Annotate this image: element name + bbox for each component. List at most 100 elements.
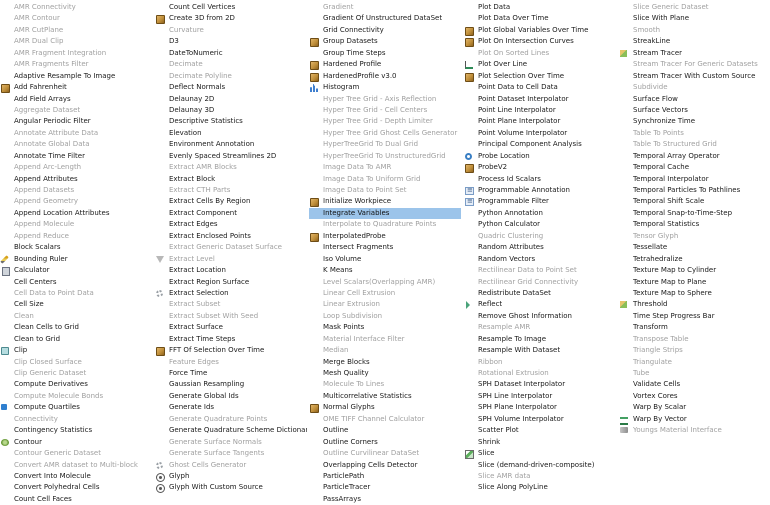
menu-item-probev2[interactable]: ProbeV2 [464, 162, 616, 174]
menu-item-warp-by-vector[interactable]: Warp By Vector [619, 414, 770, 425]
menu-item-synchronize-time[interactable]: Synchronize Time [619, 116, 770, 127]
menu-item-initialize-workpiece[interactable]: Initialize Workpiece [309, 196, 461, 208]
menu-item-append-molecule[interactable]: Append Molecule [0, 219, 152, 230]
menu-item-integrate-variables[interactable]: Integrate Variables [309, 207, 461, 220]
menu-item-generate-ids[interactable]: Generate Ids [155, 402, 307, 413]
menu-item-remove-ghost-information[interactable]: Remove Ghost Information [464, 311, 616, 322]
menu-item-merge-blocks[interactable]: Merge Blocks [309, 357, 461, 368]
menu-item-ghost-cells-generator[interactable]: Ghost Cells Generator [155, 460, 307, 471]
menu-item-linear-extrusion[interactable]: Linear Extrusion [309, 299, 461, 310]
menu-item-extract-region-surface[interactable]: Extract Region Surface [155, 277, 307, 288]
menu-item-image-data-to-amr[interactable]: Image Data To AMR [309, 162, 461, 173]
menu-item-clip-closed-surface[interactable]: Clip Closed Surface [0, 357, 152, 368]
menu-item-plot-global-variables-over-time[interactable]: Plot Global Variables Over Time [464, 25, 616, 36]
menu-item-level-scalars-overlapping-amr[interactable]: Level Scalars(Overlapping AMR) [309, 277, 461, 288]
menu-item-interpolate-to-quadrature-points[interactable]: Interpolate to Quadrature Points [309, 219, 461, 230]
menu-item-vortex-cores[interactable]: Vortex Cores [619, 391, 770, 402]
menu-item-glyph[interactable]: Glyph [155, 471, 307, 482]
menu-item-plot-over-line[interactable]: Plot Over Line [464, 59, 616, 70]
menu-item-amr-contour[interactable]: AMR Contour [0, 13, 152, 24]
menu-item-table-to-points[interactable]: Table To Points [619, 128, 770, 139]
menu-item-clean-to-grid[interactable]: Clean to Grid [0, 334, 152, 345]
menu-item-validate-cells[interactable]: Validate Cells [619, 379, 770, 390]
menu-item-clean[interactable]: Clean [0, 311, 152, 322]
menu-item-point-dataset-interpolator[interactable]: Point Dataset Interpolator [464, 94, 616, 105]
menu-item-compute-molecule-bonds[interactable]: Compute Molecule Bonds [0, 391, 152, 402]
menu-item-convert-amr-dataset-to-multi-block[interactable]: Convert AMR dataset to Multi-block [0, 460, 152, 471]
menu-item-sph-line-interpolator[interactable]: SPH Line Interpolator [464, 391, 616, 402]
menu-item-cell-centers[interactable]: Cell Centers [0, 277, 152, 288]
menu-item-stream-tracer[interactable]: Stream Tracer [619, 48, 770, 59]
menu-item-python-annotation[interactable]: Python Annotation [464, 208, 616, 219]
menu-item-principal-component-analysis[interactable]: Principal Component Analysis [464, 139, 616, 150]
menu-item-sph-dataset-interpolator[interactable]: SPH Dataset Interpolator [464, 379, 616, 390]
menu-item-passarrays[interactable]: PassArrays [309, 494, 461, 505]
menu-item-append-reduce[interactable]: Append Reduce [0, 231, 152, 242]
menu-item-cell-size[interactable]: Cell Size [0, 299, 152, 310]
menu-item-rotational-extrusion[interactable]: Rotational Extrusion [464, 368, 616, 379]
menu-item-temporal-cache[interactable]: Temporal Cache [619, 162, 770, 173]
menu-item-slice-amr-data[interactable]: Slice AMR data [464, 471, 616, 482]
menu-item-aggregate-dataset[interactable]: Aggregate Dataset [0, 105, 152, 116]
menu-item-create-3d-from-2d[interactable]: Create 3D from 2D [155, 13, 307, 25]
menu-item-rectilinear-grid-connectivity[interactable]: Rectilinear Grid Connectivity [464, 277, 616, 288]
menu-item-smooth[interactable]: Smooth [619, 25, 770, 36]
menu-item-warp-by-scalar[interactable]: Warp By Scalar [619, 402, 770, 413]
menu-item-iso-volume[interactable]: Iso Volume [309, 254, 461, 265]
menu-item-gaussian-resampling[interactable]: Gaussian Resampling [155, 379, 307, 390]
menu-item-adaptive-resample-to-image[interactable]: Adaptive Resample To Image [0, 71, 152, 82]
menu-item-fft-of-selection-over-time[interactable]: FFT Of Selection Over Time [155, 345, 307, 357]
menu-item-amr-fragment-integration[interactable]: AMR Fragment Integration [0, 48, 152, 59]
menu-item-resample-to-image[interactable]: Resample To Image [464, 334, 616, 345]
menu-item-cell-data-to-point-data[interactable]: Cell Data to Point Data [0, 288, 152, 299]
menu-item-loop-subdivision[interactable]: Loop Subdivision [309, 311, 461, 322]
menu-item-point-data-to-cell-data[interactable]: Point Data to Cell Data [464, 82, 616, 93]
menu-item-scatter-plot[interactable]: Scatter Plot [464, 425, 616, 436]
menu-item-generate-global-ids[interactable]: Generate Global Ids [155, 391, 307, 402]
menu-item-temporal-snap-to-time-step[interactable]: Temporal Snap-to-Time-Step [619, 208, 770, 219]
menu-item-outline-corners[interactable]: Outline Corners [309, 437, 461, 448]
menu-item-mask-points[interactable]: Mask Points [309, 322, 461, 333]
menu-item-elevation[interactable]: Elevation [155, 128, 307, 139]
menu-item-random-vectors[interactable]: Random Vectors [464, 254, 616, 265]
menu-item-extract-cells-by-region[interactable]: Extract Cells By Region [155, 196, 307, 207]
menu-item-outline-curvilinear-dataset[interactable]: Outline Curvilinear DataSet [309, 448, 461, 459]
menu-item-table-to-structured-grid[interactable]: Table To Structured Grid [619, 139, 770, 150]
menu-item-plot-data-over-time[interactable]: Plot Data Over Time [464, 13, 616, 24]
menu-item-calculator[interactable]: Calculator [0, 265, 152, 277]
menu-item-ribbon[interactable]: Ribbon [464, 357, 616, 368]
menu-item-count-cell-faces[interactable]: Count Cell Faces [0, 494, 152, 505]
menu-item-extract-amr-blocks[interactable]: Extract AMR Blocks [155, 162, 307, 173]
menu-item-transform[interactable]: Transform [619, 322, 770, 333]
menu-item-tensor-glyph[interactable]: Tensor Glyph [619, 231, 770, 242]
menu-item-triangle-strips[interactable]: Triangle Strips [619, 345, 770, 356]
menu-item-extract-time-steps[interactable]: Extract Time Steps [155, 334, 307, 345]
menu-item-slice-demand-driven-composite[interactable]: Slice (demand-driven-composite) [464, 460, 616, 471]
menu-item-extract-selection[interactable]: Extract Selection [155, 288, 307, 299]
menu-item-particletracer[interactable]: ParticleTracer [309, 482, 461, 493]
menu-item-interpolatedprobe[interactable]: InterpolatedProbe [309, 231, 461, 242]
menu-item-image-data-to-uniform-grid[interactable]: Image Data To Uniform Grid [309, 174, 461, 185]
menu-item-tetrahedralize[interactable]: Tetrahedralize [619, 254, 770, 265]
menu-item-reflect[interactable]: Reflect [464, 299, 616, 310]
menu-item-append-attributes[interactable]: Append Attributes [0, 174, 152, 185]
menu-item-compute-quartiles[interactable]: Compute Quartiles [0, 402, 152, 413]
menu-item-generate-surface-tangents[interactable]: Generate Surface Tangents [155, 448, 307, 459]
menu-item-clip-generic-dataset[interactable]: Clip Generic Dataset [0, 368, 152, 379]
menu-item-resample-amr[interactable]: Resample AMR [464, 322, 616, 333]
menu-item-generate-surface-normals[interactable]: Generate Surface Normals [155, 437, 307, 448]
menu-item-add-field-arrays[interactable]: Add Field Arrays [0, 94, 152, 105]
menu-item-streakline[interactable]: StreakLine [619, 36, 770, 47]
menu-item-mesh-quality[interactable]: Mesh Quality [309, 368, 461, 379]
menu-item-ome-tiff-channel-calculator[interactable]: OME TIFF Channel Calculator [309, 414, 461, 425]
menu-item-resample-with-dataset[interactable]: Resample With Dataset [464, 345, 616, 356]
menu-item-point-line-interpolator[interactable]: Point Line Interpolator [464, 105, 616, 116]
menu-item-stream-tracer-for-generic-datasets[interactable]: Stream Tracer For Generic Datasets [619, 59, 770, 70]
menu-item-python-calculator[interactable]: Python Calculator [464, 219, 616, 230]
menu-item-quadric-clustering[interactable]: Quadric Clustering [464, 231, 616, 242]
menu-item-redistribute-dataset[interactable]: Redistribute DataSet [464, 288, 616, 299]
menu-item-surface-flow[interactable]: Surface Flow [619, 94, 770, 105]
menu-item-clip[interactable]: Clip [0, 345, 152, 356]
menu-item-datetonumeric[interactable]: DateToNumeric [155, 48, 307, 59]
menu-item-random-attributes[interactable]: Random Attributes [464, 242, 616, 253]
